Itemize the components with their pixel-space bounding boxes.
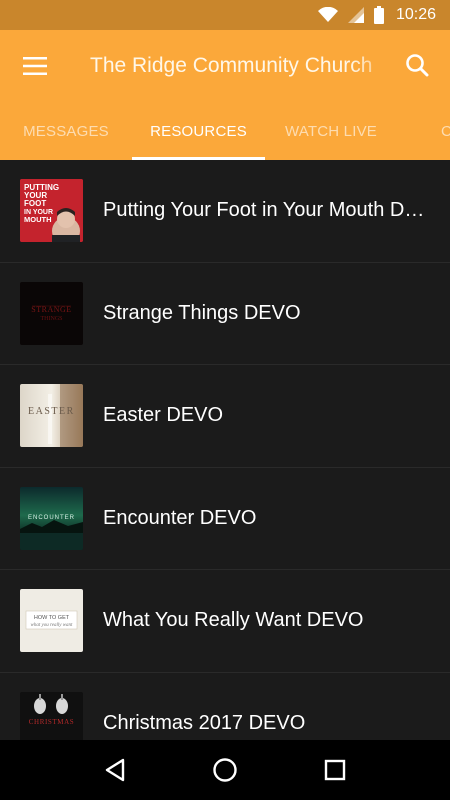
app-title: The Ridge Community Church — [90, 54, 373, 77]
svg-text:ENCOUNTER: ENCOUNTER — [28, 515, 75, 521]
tab-resources[interactable]: RESOURCES — [132, 102, 265, 160]
navigation-bar — [0, 740, 450, 800]
list-item[interactable]: STRANGE THINGS Strange Things DEVO — [0, 263, 450, 365]
battery-icon — [373, 6, 384, 24]
resource-thumbnail: HOW TO GET what you really want — [20, 589, 83, 653]
svg-text:HOW TO GET: HOW TO GET — [34, 615, 70, 621]
svg-text:EASTER: EASTER — [28, 406, 75, 417]
home-button[interactable] — [195, 740, 255, 800]
recents-icon — [324, 759, 346, 781]
list-item[interactable]: HOW TO GET what you really want What You… — [0, 570, 450, 673]
resource-title: Putting Your Foot in Your Mouth DEVO — [103, 199, 428, 222]
svg-text:CHRISTMAS: CHRISTMAS — [29, 718, 74, 726]
list-item[interactable]: EASTER Easter DEVO — [0, 365, 450, 468]
recents-button[interactable] — [305, 740, 365, 800]
tab-overflow[interactable]: C — [397, 102, 450, 160]
resource-thumbnail: STRANGE THINGS — [20, 281, 83, 345]
resource-title: Strange Things DEVO — [103, 301, 301, 324]
back-button[interactable] — [85, 740, 145, 800]
tab-bar: MESSAGES RESOURCES WATCH LIVE C — [0, 102, 450, 160]
menu-button[interactable] — [0, 30, 70, 102]
svg-text:FOOT: FOOT — [24, 199, 46, 208]
resource-title: What You Really Want DEVO — [103, 609, 364, 632]
svg-text:MOUTH: MOUTH — [24, 215, 52, 224]
resource-title: Easter DEVO — [103, 404, 224, 427]
list-item[interactable]: ENCOUNTER Encounter DEVO — [0, 468, 450, 570]
tab-watch-live[interactable]: WATCH LIVE — [265, 102, 397, 160]
resource-thumbnail: PUTTING YOUR FOOT IN YOUR MOUTH — [20, 179, 83, 243]
back-icon — [105, 758, 125, 782]
home-icon — [213, 758, 237, 782]
list-item[interactable]: PUTTING YOUR FOOT IN YOUR MOUTH Putting … — [0, 160, 450, 263]
tab-messages[interactable]: MESSAGES — [0, 102, 132, 160]
search-icon — [406, 54, 429, 77]
resource-thumbnail: ENCOUNTER — [20, 486, 83, 550]
app-bar: The Ridge Community Church — [0, 30, 450, 102]
resource-list[interactable]: PUTTING YOUR FOOT IN YOUR MOUTH Putting … — [0, 160, 450, 740]
resource-thumbnail: EASTER — [20, 384, 83, 448]
resource-title: Christmas 2017 DEVO — [103, 711, 306, 734]
resource-thumbnail: CHRISTMAS — [20, 691, 83, 740]
status-bar: 10:26 — [0, 0, 450, 30]
svg-text:what you really want: what you really want — [31, 623, 74, 628]
resource-title: Encounter DEVO — [103, 506, 257, 529]
clock: 10:26 — [395, 6, 436, 23]
wifi-icon — [317, 7, 338, 23]
signal-icon — [347, 7, 364, 23]
svg-text:THINGS: THINGS — [41, 316, 63, 322]
svg-text:STRANGE: STRANGE — [31, 305, 71, 314]
menu-icon — [23, 57, 47, 75]
list-item[interactable]: CHRISTMAS Christmas 2017 DEVO — [0, 673, 450, 740]
search-button[interactable] — [402, 50, 432, 80]
